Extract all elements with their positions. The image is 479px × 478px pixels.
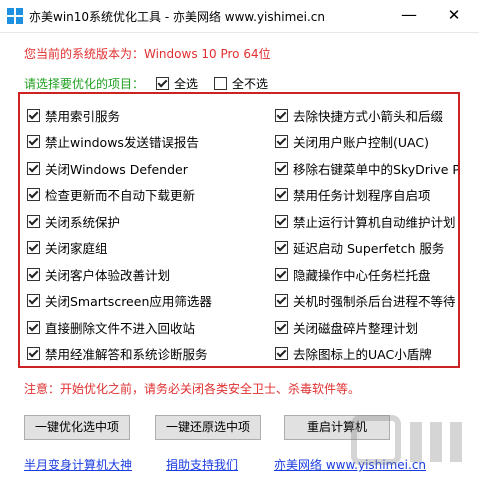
option-checkbox[interactable] — [27, 294, 40, 307]
option-checkbox[interactable] — [275, 135, 288, 148]
warning-text: 注意：开始优化之前，请务必关闭各类安全卫士、杀毒软件等。 — [24, 382, 361, 396]
option-item[interactable]: 直接删除文件不进入回收站 — [27, 319, 196, 336]
option-label: 关机时强制杀后台进程不等待 — [293, 294, 456, 309]
tutorial-link[interactable]: 半月变身计算机大神 — [24, 456, 132, 473]
option-item[interactable]: 去除快捷方式小箭头和后缀 — [275, 107, 444, 124]
option-label: 直接删除文件不进入回收站 — [45, 320, 196, 336]
option-item[interactable]: 禁用任务计划程序自启项 — [275, 187, 431, 203]
select-prompt: 请选择要优化的项目： — [24, 77, 145, 91]
option-label: 关闭Smartscreen应用筛选器 — [45, 294, 212, 309]
option-checkbox[interactable] — [27, 267, 40, 281]
option-item[interactable]: 去除图标上的UAC小盾牌 — [275, 346, 432, 362]
option-checkbox[interactable] — [275, 320, 288, 334]
option-checkbox[interactable] — [27, 347, 40, 360]
option-label: 禁止运行计算机自动维护计划 — [293, 214, 456, 230]
option-item[interactable]: 移除右键菜单中的SkyDrive Pro — [275, 160, 460, 177]
app-icon — [7, 8, 23, 24]
select-all-checkbox[interactable] — [156, 77, 169, 90]
option-checkbox[interactable] — [275, 347, 288, 360]
option-item[interactable]: 禁止windows发送错误报告 — [27, 134, 199, 150]
option-label: 关闭Windows Defender — [45, 161, 188, 177]
option-item[interactable]: 关闭客户体验改善计划 — [27, 266, 171, 283]
option-item[interactable]: 关闭用户账户控制(UAC) — [275, 134, 429, 150]
watermark-logo — [351, 415, 462, 465]
option-label: 隐藏操作中心任务栏托盘 — [293, 267, 431, 283]
option-label: 关闭磁盘碎片整理计划 — [293, 320, 419, 336]
option-item[interactable]: 关闭Smartscreen应用筛选器 — [27, 293, 212, 309]
option-label: 禁止windows发送错误报告 — [45, 135, 199, 150]
option-label: 禁用索引服务 — [45, 108, 121, 124]
option-label: 延迟启动 Superfetch 服务 — [293, 241, 445, 256]
option-item[interactable]: 关闭系统保护 — [27, 213, 121, 230]
option-label: 关闭系统保护 — [45, 214, 121, 230]
select-none-option[interactable]: 全不选 — [214, 75, 268, 92]
option-checkbox[interactable] — [275, 188, 288, 201]
option-checkbox[interactable] — [27, 320, 40, 334]
minimize-button[interactable]: — — [389, 0, 429, 32]
option-label: 关闭用户账户控制(UAC) — [293, 135, 429, 150]
title-bar: 亦美win10系统优化工具 - 亦美网络 www.yishimei.cn — ✕ — [0, 0, 479, 33]
option-checkbox[interactable] — [27, 214, 40, 228]
system-version-text: 您当前的系统版本为：Windows 10 Pro 64位 — [24, 47, 271, 61]
option-item[interactable]: 关机时强制杀后台进程不等待 — [275, 293, 456, 309]
option-item[interactable]: 禁用索引服务 — [27, 107, 121, 124]
option-checkbox[interactable] — [27, 108, 40, 122]
option-label: 禁用任务计划程序自启项 — [293, 188, 431, 203]
option-item[interactable]: 禁止运行计算机自动维护计划 — [275, 213, 456, 230]
option-checkbox[interactable] — [27, 188, 40, 201]
close-button[interactable]: ✕ — [434, 0, 474, 32]
window-title: 亦美win10系统优化工具 - 亦美网络 www.yishimei.cn — [29, 10, 326, 24]
option-label: 去除快捷方式小箭头和后缀 — [293, 108, 444, 124]
option-label: 禁用经准解答和系统诊断服务 — [45, 347, 208, 362]
option-checkbox[interactable] — [27, 135, 40, 148]
option-checkbox[interactable] — [275, 267, 288, 281]
option-checkbox[interactable] — [275, 294, 288, 307]
option-item[interactable]: 关闭家庭组 — [27, 240, 108, 256]
option-label: 关闭客户体验改善计划 — [45, 267, 171, 283]
option-label: 移除右键菜单中的SkyDrive Pro — [293, 161, 460, 177]
option-item[interactable]: 延迟启动 Superfetch 服务 — [275, 240, 444, 256]
select-none-checkbox[interactable] — [214, 77, 227, 90]
select-none-label: 全不选 — [232, 77, 269, 91]
option-item[interactable]: 关闭Windows Defender — [27, 160, 188, 177]
option-label: 检查更新而不自动下载更新 — [45, 188, 196, 203]
option-checkbox[interactable] — [275, 241, 288, 254]
option-item[interactable]: 关闭磁盘碎片整理计划 — [275, 319, 419, 336]
option-label: 关闭家庭组 — [45, 241, 108, 256]
option-item[interactable]: 隐藏操作中心任务栏托盘 — [275, 266, 431, 283]
option-item[interactable]: 检查更新而不自动下载更新 — [27, 187, 195, 203]
optimize-selected-button[interactable]: 一键优化选中项 — [24, 415, 130, 440]
option-checkbox[interactable] — [275, 214, 288, 228]
select-all-label: 全选 — [174, 77, 199, 91]
option-checkbox[interactable] — [27, 161, 40, 175]
option-label: 去除图标上的UAC小盾牌 — [293, 347, 432, 362]
option-checkbox[interactable] — [27, 241, 40, 254]
options-panel: 禁用索引服务禁止windows发送错误报告 关闭Windows Defender 检… — [18, 92, 460, 368]
restore-selected-button[interactable]: 一键还原选中项 — [155, 415, 261, 440]
select-all-option[interactable]: 全选 — [156, 75, 198, 92]
donate-link[interactable]: 捐助支持我们 — [166, 456, 238, 473]
option-checkbox[interactable] — [275, 161, 288, 175]
option-checkbox[interactable] — [275, 108, 288, 122]
select-prompt-row: 请选择要优化的项目： — [24, 75, 144, 91]
option-item[interactable]: 禁用经准解答和系统诊断服务 — [27, 346, 208, 362]
